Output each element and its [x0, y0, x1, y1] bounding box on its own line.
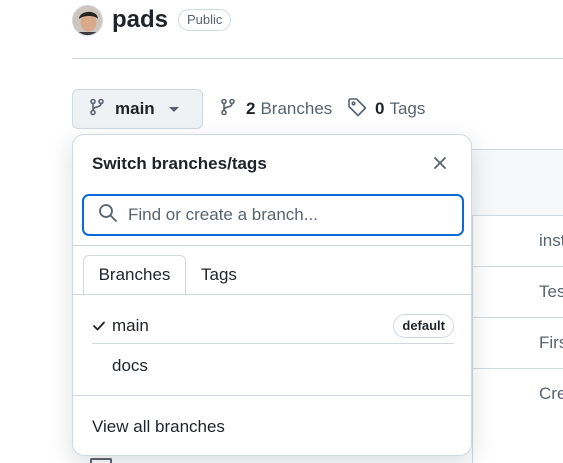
avatar[interactable]: [72, 4, 103, 36]
branches-label: Branches: [260, 99, 333, 118]
tab-tags[interactable]: Tags: [201, 255, 237, 295]
popover-title: Switch branches/tags: [92, 154, 267, 173]
table-row[interactable]: inst: [472, 215, 563, 267]
divider: [73, 245, 471, 246]
branches-link[interactable]: 2 Branches: [220, 98, 332, 120]
close-button[interactable]: [430, 155, 450, 175]
repo-name[interactable]: pads: [112, 6, 168, 34]
default-badge: default: [393, 314, 454, 338]
divider: [73, 395, 471, 396]
chevron-down-icon: [168, 100, 179, 118]
branch-item-docs[interactable]: docs: [92, 346, 454, 386]
branch-search-input[interactable]: [128, 205, 448, 225]
git-branch-icon: [220, 98, 236, 121]
tabs-underline: [73, 294, 471, 295]
tags-link[interactable]: 0 Tags: [347, 97, 426, 122]
branch-name: main: [112, 316, 149, 335]
visibility-badge: Public: [178, 9, 232, 31]
table-row[interactable]: Firs: [472, 317, 563, 369]
check-icon: [92, 320, 112, 332]
tab-branches[interactable]: Branches: [83, 255, 186, 295]
table-row[interactable]: Cre: [472, 368, 563, 420]
branch-name: docs: [112, 356, 148, 375]
repo-header: pads Public: [72, 4, 232, 36]
search-icon: [98, 203, 118, 228]
book-icon: [90, 458, 112, 463]
git-branch-icon: [89, 98, 105, 121]
divider: [92, 343, 454, 344]
branch-item-main[interactable]: main default: [92, 306, 454, 346]
view-all-branches-link[interactable]: View all branches: [92, 417, 225, 437]
branch-selector-label: main: [115, 99, 155, 118]
close-icon: [434, 156, 446, 174]
branches-count: 2: [246, 99, 256, 118]
branch-search-field[interactable]: [82, 194, 464, 236]
file-table-header: [472, 149, 563, 215]
tags-label: Tags: [389, 99, 426, 118]
header-divider: [72, 58, 563, 59]
branch-switcher-popover: Switch branches/tags Branches Tags main …: [72, 134, 472, 456]
tag-icon: [347, 97, 367, 122]
branch-selector-button[interactable]: main: [72, 89, 203, 129]
tags-count: 0: [375, 99, 385, 118]
table-row[interactable]: Tes: [472, 266, 563, 318]
